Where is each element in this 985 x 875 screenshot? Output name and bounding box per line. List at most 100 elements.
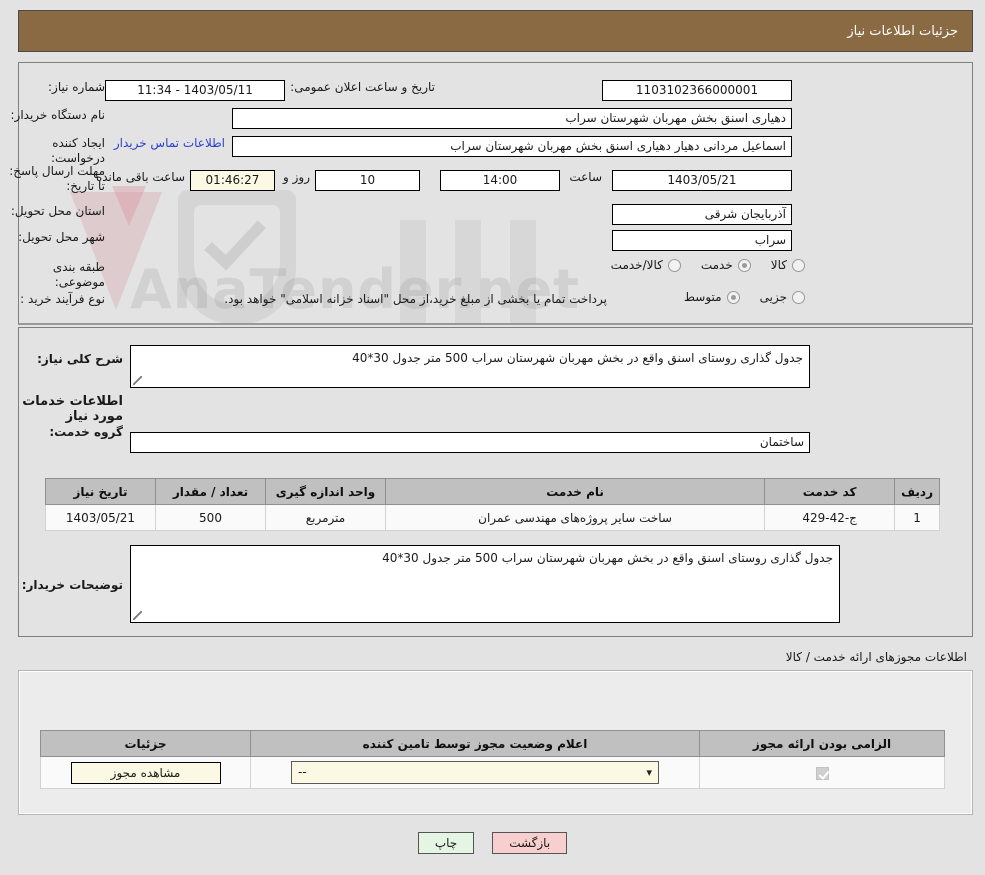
process-radio-jozii[interactable]: جزیی — [760, 290, 805, 304]
radio-icon[interactable] — [792, 259, 805, 272]
radio-icon-selected[interactable] — [738, 259, 751, 272]
announce-field-wrap: 1403/05/11 - 11:34 — [105, 80, 285, 101]
category-radio-group: کالا خدمت کالا/خدمت — [591, 258, 805, 272]
process-label-wrap: نوع فرآیند خرید : — [5, 292, 105, 307]
back-button[interactable]: بازگشت — [492, 832, 567, 854]
category-radio-kala[interactable]: کالا — [771, 258, 805, 272]
need-number-input[interactable]: 1103102366000001 — [602, 80, 792, 101]
deadline-date-input[interactable]: 1403/05/21 — [612, 170, 792, 191]
remaining-days-wrap: 10 — [315, 170, 420, 191]
remaining-days-input[interactable]: 10 — [315, 170, 420, 191]
radio-icon[interactable] — [668, 259, 681, 272]
buyer-notes-label: توضیحات خریدار: — [22, 578, 123, 593]
creator-label-wrap: ایجاد کننده درخواست: — [5, 136, 105, 166]
service-group-label-wrap: گروه خدمت: — [13, 425, 123, 440]
process-type-label: نوع فرآیند خرید : — [20, 292, 105, 307]
permits-table: الزامی بودن ارائه مجوز اعلام وضعیت مجوز … — [40, 730, 945, 789]
category-option-label: کالا — [771, 258, 787, 272]
deadline-hour-label-wrap: ساعت — [569, 170, 602, 184]
buyer-notes-label-wrap: توضیحات خریدار: — [13, 578, 123, 593]
announce-datetime-input[interactable]: 1403/05/11 - 11:34 — [105, 80, 285, 101]
radio-icon[interactable] — [792, 291, 805, 304]
deadline-hour-wrap: 14:00 — [440, 170, 560, 191]
table-header-row: ردیف کد خدمت نام خدمت واحد اندازه گیری ت… — [46, 479, 940, 505]
print-button[interactable]: چاپ — [418, 832, 474, 854]
col-header-index: ردیف — [895, 479, 940, 505]
need-summary-label: شرح کلی نیاز: — [37, 352, 123, 367]
col-header-name: نام خدمت — [386, 479, 765, 505]
deadline-hour-label: ساعت — [569, 170, 602, 184]
deadline-hour-input[interactable]: 14:00 — [440, 170, 560, 191]
creator-input[interactable]: اسماعیل مردانی دهیار دهیاری اسنق بخش مهر… — [232, 136, 792, 157]
creator-label: ایجاد کننده درخواست: — [5, 136, 105, 166]
category-option-label: کالا/خدمت — [611, 258, 663, 272]
page-root: AnaTender.net جزئیات اطلاعات نیاز شماره … — [0, 0, 985, 875]
cell-name: ساخت سایر پروژه‌های مهندسی عمران — [386, 505, 765, 531]
category-option-label: خدمت — [701, 258, 733, 272]
process-radio-group: جزیی متوسط — [664, 290, 805, 304]
col-header-quantity: تعداد / مقدار — [156, 479, 266, 505]
days-label-wrap: روز و — [283, 170, 310, 184]
need-number-label-wrap: شماره نیاز: — [5, 80, 105, 95]
col-header-status: اعلام وضعیت مجوز توسط تامین کننده — [251, 731, 700, 757]
cell-index: 1 — [895, 505, 940, 531]
payment-note-wrap: پرداخت تمام یا بخشی از مبلغ خرید،از محل … — [224, 292, 607, 306]
cell-code: ج-42-429 — [765, 505, 895, 531]
service-group-input[interactable]: ساختمان — [130, 432, 810, 453]
province-field-wrap: آذربایجان شرقی — [612, 204, 792, 225]
countdown-label-wrap: ساعت باقی مانده — [96, 170, 185, 184]
col-header-date: تاریخ نیاز — [46, 479, 156, 505]
category-radio-khedmat[interactable]: خدمت — [701, 258, 751, 272]
category-label: طبقه بندی موضوعی: — [5, 260, 105, 290]
category-radio-kala-khedmat[interactable]: کالا/خدمت — [611, 258, 681, 272]
table-row: 1 ج-42-429 ساخت سایر پروژه‌های مهندسی عم… — [46, 505, 940, 531]
services-section-title: اطلاعات خدمات مورد نیاز — [0, 394, 123, 424]
city-field-wrap: سراب — [612, 230, 792, 251]
process-option-label: جزیی — [760, 290, 787, 304]
buyer-org-label-wrap: نام دستگاه خریدار: — [5, 108, 105, 123]
need-summary-label-wrap: شرح کلی نیاز: — [13, 352, 123, 367]
need-summary-field-wrap: جدول گذاری روستای اسنق واقع در بخش مهربا… — [130, 345, 810, 388]
buyer-org-label: نام دستگاه خریدار: — [11, 108, 106, 123]
need-number-label: شماره نیاز: — [48, 80, 105, 95]
payment-note-text: پرداخت تمام یا بخشی از مبلغ خرید،از محل … — [224, 292, 607, 306]
province-input[interactable]: آذربایجان شرقی — [612, 204, 792, 225]
service-group-label: گروه خدمت: — [49, 425, 123, 440]
cell-permit-required — [700, 757, 945, 789]
process-radio-motevaset[interactable]: متوسط — [684, 290, 740, 304]
deadline-date-wrap: 1403/05/21 — [612, 170, 792, 191]
page-title: جزئیات اطلاعات نیاز — [847, 24, 958, 39]
page-header: جزئیات اطلاعات نیاز — [18, 10, 973, 52]
category-label-wrap: طبقه بندی موضوعی: — [5, 260, 105, 290]
need-number-field-wrap: 1103102366000001 — [602, 80, 792, 101]
countdown-timer: 01:46:27 — [190, 170, 275, 191]
table-row: ▾ -- مشاهده مجوز — [41, 757, 945, 789]
col-header-code: کد خدمت — [765, 479, 895, 505]
checkbox-icon-checked — [816, 767, 829, 780]
services-table-wrap: ردیف کد خدمت نام خدمت واحد اندازه گیری ت… — [45, 478, 940, 531]
top-info-panel — [18, 62, 973, 325]
cell-quantity: 500 — [156, 505, 266, 531]
col-header-unit: واحد اندازه گیری — [266, 479, 386, 505]
radio-icon-selected[interactable] — [727, 291, 740, 304]
table-header-row: الزامی بودن ارائه مجوز اعلام وضعیت مجوز … — [41, 731, 945, 757]
cell-unit: مترمربع — [266, 505, 386, 531]
permit-status-select[interactable]: ▾ -- — [291, 761, 659, 784]
city-label-wrap: شهر محل تحویل: — [5, 230, 105, 245]
buyer-org-input[interactable]: دهیاری اسنق بخش مهربان شهرستان سراب — [232, 108, 792, 129]
days-label: روز و — [283, 170, 310, 184]
service-group-field-wrap: ساختمان — [130, 432, 810, 453]
province-label: استان محل تحویل: — [11, 204, 105, 219]
city-label: شهر محل تحویل: — [18, 230, 105, 245]
contact-link-wrap: اطلاعات تماس خریدار — [114, 136, 225, 150]
city-input[interactable]: سراب — [612, 230, 792, 251]
cell-date: 1403/05/21 — [46, 505, 156, 531]
col-header-details: جزئیات — [41, 731, 251, 757]
need-summary-textarea[interactable]: جدول گذاری روستای اسنق واقع در بخش مهربا… — [130, 345, 810, 388]
buyer-contact-link[interactable]: اطلاعات تماس خریدار — [114, 136, 225, 150]
deadline-label: مهلت ارسال پاسخ: تا تاریخ: — [5, 164, 105, 194]
view-permit-button[interactable]: مشاهده مجوز — [71, 762, 221, 784]
chevron-down-icon: ▾ — [646, 762, 652, 783]
buyer-org-field-wrap: دهیاری اسنق بخش مهربان شهرستان سراب — [232, 108, 792, 129]
buyer-notes-textarea[interactable]: جدول گذاری روستای اسنق واقع در بخش مهربا… — [130, 545, 840, 623]
